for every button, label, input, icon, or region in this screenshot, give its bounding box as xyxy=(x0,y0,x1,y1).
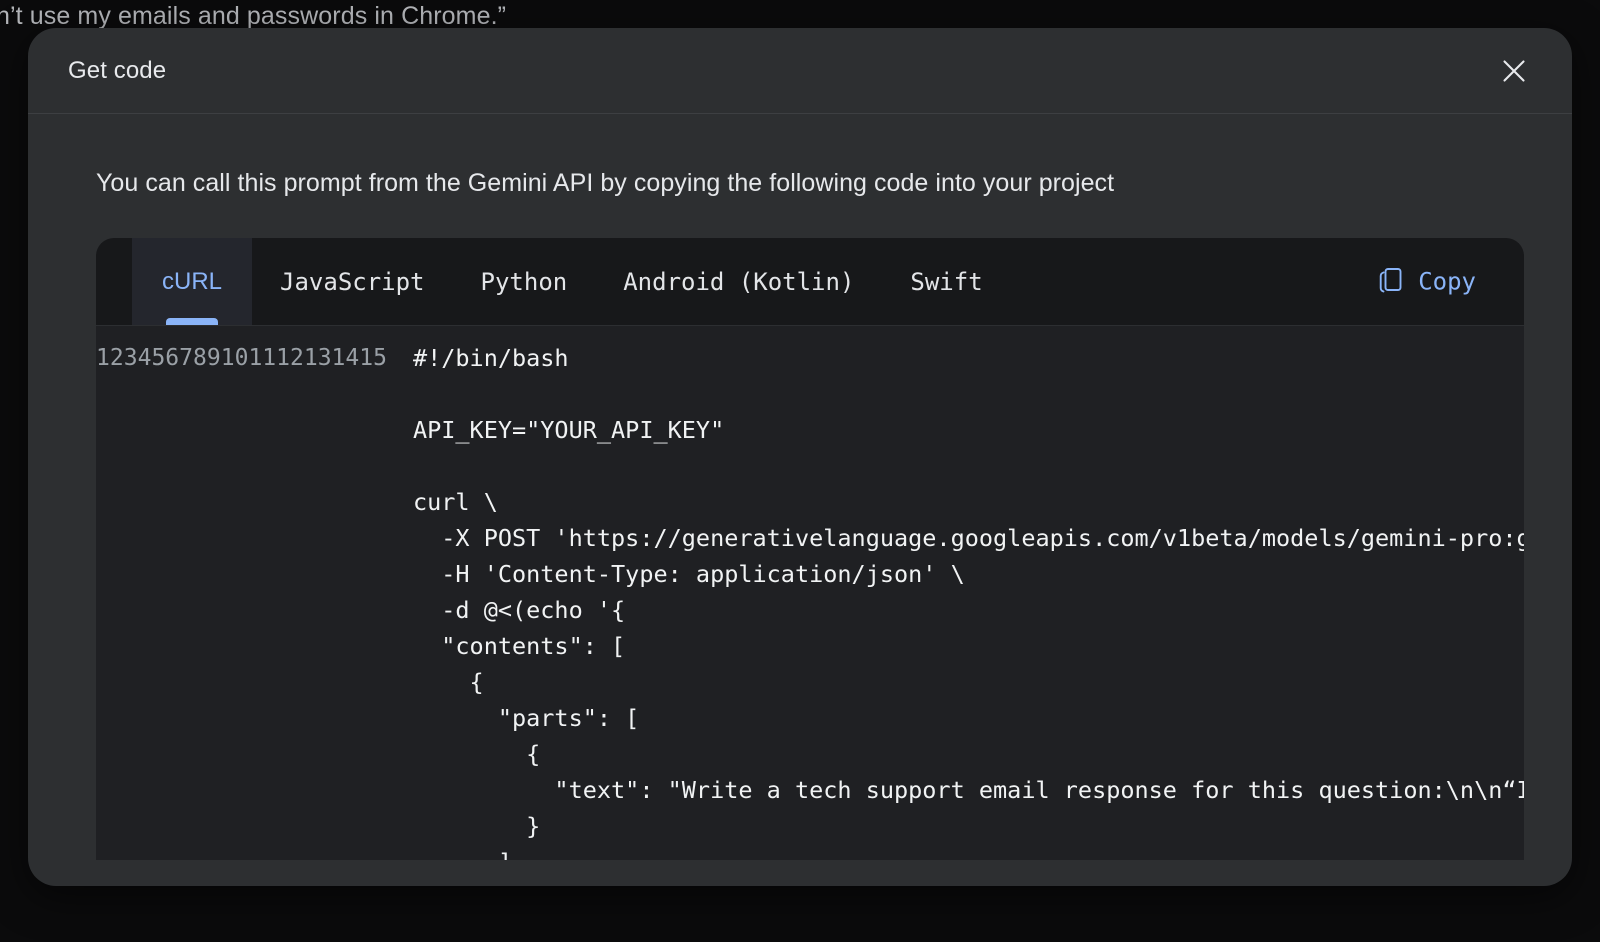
code-line-number: 7 xyxy=(179,345,193,371)
code-line-number: 1 xyxy=(96,345,110,371)
code-line-number: 2 xyxy=(110,345,124,371)
code-line: "parts": [ xyxy=(413,700,1524,736)
code-line-number: 15 xyxy=(359,345,387,371)
code-line: #!/bin/bash xyxy=(413,340,1524,376)
tab-javascript-label: JavaScript xyxy=(280,268,425,296)
tab-python-label: Python xyxy=(481,268,568,296)
code-line-numbers: 123456789101112131415 xyxy=(96,340,405,860)
tab-python[interactable]: Python xyxy=(453,238,596,325)
code-line-number: 11 xyxy=(248,345,276,371)
copy-button-label: Copy xyxy=(1418,268,1476,296)
dialog-body: You can call this prompt from the Gemini… xyxy=(28,114,1572,886)
tab-active-indicator xyxy=(166,318,218,325)
code-line: curl \ xyxy=(413,484,1524,520)
tab-android-kotlin[interactable]: Android (Kotlin) xyxy=(595,238,882,325)
code-line-number: 13 xyxy=(304,345,332,371)
copy-button[interactable]: Copy xyxy=(1374,260,1480,303)
tab-swift-label: Swift xyxy=(910,268,982,296)
code-line: { xyxy=(413,736,1524,772)
code-line: { xyxy=(413,664,1524,700)
close-icon xyxy=(1501,58,1527,84)
copy-icon xyxy=(1378,266,1404,297)
tab-curl-label: cURL xyxy=(162,268,222,296)
code-line xyxy=(413,448,1524,484)
screen: an’t use my emails and passwords in Chro… xyxy=(0,0,1600,942)
tab-swift[interactable]: Swift xyxy=(882,238,1010,325)
code-line: } xyxy=(413,808,1524,844)
code-line-number: 12 xyxy=(276,345,304,371)
language-tabbar: cURL JavaScript Python Android (Kotlin) … xyxy=(96,238,1524,326)
code-line: "text": "Write a tech support email resp… xyxy=(413,772,1524,808)
code-line: ] xyxy=(413,844,1524,860)
dialog-footer-spacer xyxy=(66,860,1534,886)
code-line-number: 5 xyxy=(151,345,165,371)
get-code-dialog: Get code You can call this prompt from t… xyxy=(28,28,1572,886)
code-line-number: 8 xyxy=(193,345,207,371)
code-viewer[interactable]: 123456789101112131415 #!/bin/bashAPI_KEY… xyxy=(96,326,1524,860)
code-line-number: 14 xyxy=(332,345,360,371)
code-line: "contents": [ xyxy=(413,628,1524,664)
dialog-title: Get code xyxy=(68,57,166,85)
tab-android-kotlin-label: Android (Kotlin) xyxy=(623,268,854,296)
tab-curl[interactable]: cURL xyxy=(132,238,252,325)
code-line xyxy=(413,376,1524,412)
code-content: #!/bin/bashAPI_KEY="YOUR_API_KEY"curl \ … xyxy=(405,340,1524,860)
dialog-header: Get code xyxy=(28,28,1572,114)
code-line-number: 4 xyxy=(138,345,152,371)
code-line-number: 10 xyxy=(221,345,249,371)
code-line: -d @<(echo '{ xyxy=(413,592,1524,628)
code-line-number: 3 xyxy=(124,345,138,371)
code-card: cURL JavaScript Python Android (Kotlin) … xyxy=(96,238,1524,860)
code-line-number: 9 xyxy=(207,345,221,371)
code-line: API_KEY="YOUR_API_KEY" xyxy=(413,412,1524,448)
code-line: -X POST 'https://generativelanguage.goog… xyxy=(413,520,1524,556)
dialog-description: You can call this prompt from the Gemini… xyxy=(66,114,1534,238)
code-line: -H 'Content-Type: application/json' \ xyxy=(413,556,1524,592)
code-line-number: 6 xyxy=(165,345,179,371)
close-button[interactable] xyxy=(1494,51,1534,91)
tab-javascript[interactable]: JavaScript xyxy=(252,238,453,325)
